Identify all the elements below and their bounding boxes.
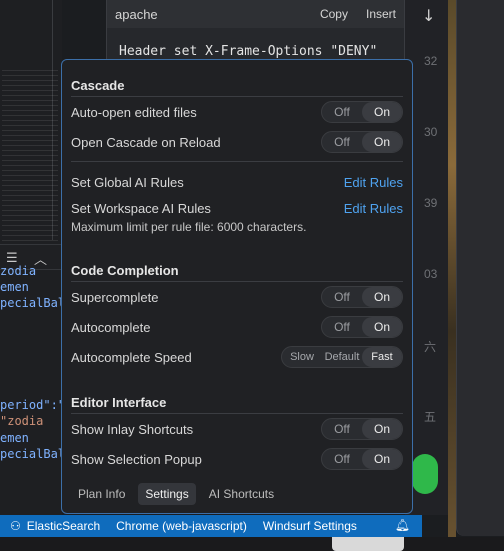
windsurf-settings-popup: Cascade Auto-open edited files Off On Op… (61, 59, 413, 514)
code-line: zodia (0, 264, 37, 278)
section-title-cascade: Cascade (71, 78, 125, 93)
edit-workspace-rules-link[interactable]: Edit Rules (344, 201, 403, 216)
speed-option-slow[interactable]: Slow (282, 347, 322, 367)
green-status-dot (412, 454, 438, 494)
notification-bell-icon[interactable]: 🔔︎ (395, 518, 410, 532)
status-label: ElasticSearch (26, 519, 101, 533)
setting-label: Open Cascade on Reload (71, 134, 221, 150)
insert-button[interactable]: Insert (366, 7, 396, 21)
gutter-number: 32 (424, 54, 438, 68)
status-chrome[interactable]: Chrome (web-javascript) (116, 519, 247, 533)
setting-label: Show Inlay Shortcuts (71, 421, 194, 437)
setting-supercomplete: Supercomplete Off On (71, 285, 403, 309)
gutter-number: 03 (424, 267, 438, 281)
toggle-on[interactable]: On (362, 317, 402, 337)
background-window (456, 0, 504, 536)
tab-ai-shortcuts[interactable]: AI Shortcuts (202, 483, 281, 505)
section-title-code-completion: Code Completion (71, 263, 179, 278)
selection-popup-toggle[interactable]: Off On (321, 448, 403, 470)
popup-tabs: Plan Info Settings AI Shortcuts (71, 481, 281, 507)
setting-label: Supercomplete (71, 289, 159, 305)
open-on-reload-toggle[interactable]: Off On (321, 131, 403, 153)
status-windsurf-settings[interactable]: Windsurf Settings (263, 519, 357, 533)
code-line: emen (0, 280, 29, 294)
divider (71, 96, 403, 97)
setting-selection-popup: Show Selection Popup Off On (71, 447, 403, 471)
toggle-off[interactable]: Off (322, 287, 362, 307)
toggle-off[interactable]: Off (322, 102, 362, 122)
autocomplete-speed-selector[interactable]: Slow Default Fast (281, 346, 403, 368)
setting-label: Autocomplete (71, 319, 151, 335)
setting-label: Set Global AI Rules (71, 174, 184, 190)
auto-open-toggle[interactable]: Off On (321, 101, 403, 123)
gutter-number: 六 (424, 340, 437, 354)
toggle-on[interactable]: On (362, 102, 402, 122)
setting-global-rules: Set Global AI Rules Edit Rules (71, 170, 403, 194)
speed-option-default[interactable]: Default (322, 347, 362, 367)
divider (71, 413, 403, 414)
divider (71, 161, 403, 162)
desktop-wallpaper (448, 0, 456, 551)
arrow-down-icon[interactable]: ↓ (422, 6, 435, 25)
setting-label: Autocomplete Speed (71, 349, 192, 365)
inlay-shortcuts-toggle[interactable]: Off On (321, 418, 403, 440)
minimap-text (2, 70, 58, 250)
status-label: Chrome (web-javascript) (116, 519, 247, 533)
setting-auto-open: Auto-open edited files Off On (71, 100, 403, 124)
speed-option-fast[interactable]: Fast (362, 347, 402, 367)
status-bar: ⚇ ElasticSearch Chrome (web-javascript) … (0, 515, 422, 537)
code-line: emen (0, 431, 29, 445)
code-snippet-card: apache Copy Insert Header set X-Frame-Op… (106, 0, 405, 68)
toggle-on[interactable]: On (362, 287, 402, 307)
setting-open-on-reload: Open Cascade on Reload Off On (71, 130, 403, 154)
toggle-on[interactable]: On (362, 449, 402, 469)
gutter-number: 30 (424, 125, 438, 139)
dock-thumbnail (332, 537, 404, 551)
snippet-header: apache Copy Insert (107, 0, 404, 28)
status-label: Windsurf Settings (262, 519, 357, 533)
setting-label: Show Selection Popup (71, 451, 202, 467)
bottom-strip (0, 537, 504, 551)
plugin-icon: ⚇ (10, 519, 21, 533)
tab-plan-info[interactable]: Plan Info (71, 483, 132, 505)
snippet-language: apache (115, 6, 158, 22)
autocomplete-toggle[interactable]: Off On (321, 316, 403, 338)
code-line: "zodia (0, 414, 44, 428)
toggle-on[interactable]: On (362, 132, 402, 152)
toggle-off[interactable]: Off (322, 317, 362, 337)
code-line: pecialBal (0, 296, 66, 310)
toggle-off[interactable]: Off (322, 132, 362, 152)
setting-workspace-rules: Set Workspace AI Rules Edit Rules (71, 196, 403, 220)
code-line: pecialBal (0, 447, 66, 461)
gutter-number: 五 (424, 410, 437, 424)
code-line: period":" (0, 398, 66, 412)
setting-autocomplete-speed: Autocomplete Speed Slow Default Fast (71, 345, 403, 369)
tab-settings[interactable]: Settings (138, 483, 196, 505)
gutter-number: 39 (424, 196, 438, 210)
toggle-off[interactable]: Off (322, 419, 362, 439)
toggle-off[interactable]: Off (322, 449, 362, 469)
section-title-editor-interface: Editor Interface (71, 395, 167, 410)
supercomplete-toggle[interactable]: Off On (321, 286, 403, 308)
setting-label: Set Workspace AI Rules (71, 200, 211, 216)
status-elasticsearch[interactable]: ⚇ ElasticSearch (10, 519, 100, 533)
divider (71, 281, 403, 282)
toggle-on[interactable]: On (362, 419, 402, 439)
edit-global-rules-link[interactable]: Edit Rules (344, 175, 403, 190)
setting-autocomplete: Autocomplete Off On (71, 315, 403, 339)
rule-limit-note: Maximum limit per rule file: 6000 charac… (71, 220, 307, 234)
setting-inlay-shortcuts: Show Inlay Shortcuts Off On (71, 417, 403, 441)
copy-button[interactable]: Copy (320, 7, 348, 21)
setting-label: Auto-open edited files (71, 104, 197, 120)
